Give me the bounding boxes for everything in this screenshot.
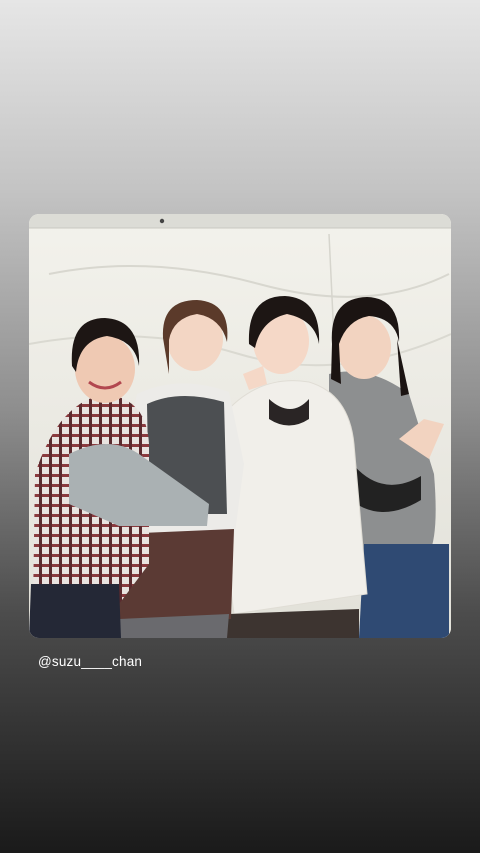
story-viewer: @suzu____chan — [0, 0, 480, 853]
user-mention-tag[interactable]: @suzu____chan — [38, 654, 142, 669]
story-photo[interactable] — [29, 214, 451, 638]
